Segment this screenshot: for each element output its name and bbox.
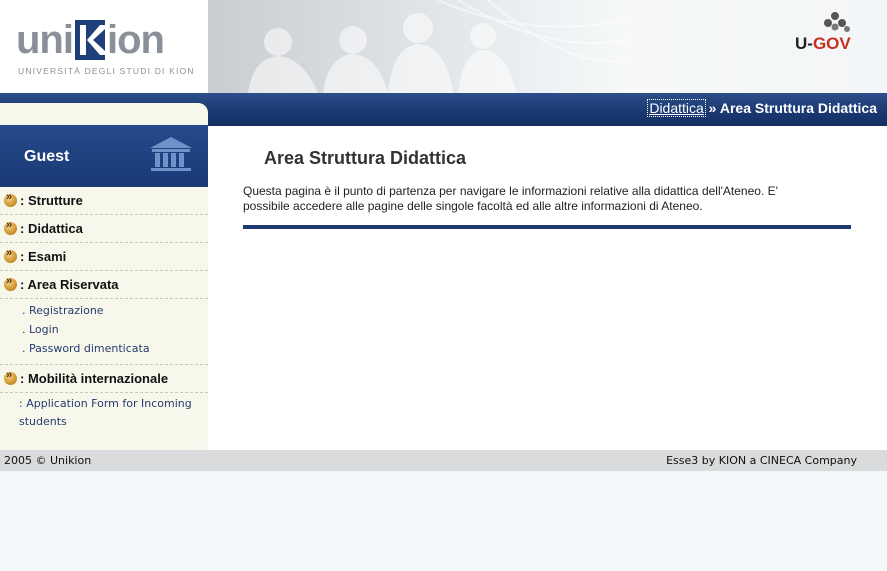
bullet-icon xyxy=(4,191,17,207)
divider xyxy=(243,225,851,229)
sidebar-item-mobilita-internazionale[interactable]: : Mobilità internazionale xyxy=(0,364,208,393)
sidebar-item-label: : Didattica xyxy=(20,221,83,236)
logo-k-mark-icon xyxy=(74,20,105,60)
logo-text-uni: uni xyxy=(16,17,74,62)
bullet-icon xyxy=(4,219,17,235)
sidebar-item-area-riservata[interactable]: : Area Riservata xyxy=(0,271,208,299)
breadcrumb-current: Area Struttura Didattica xyxy=(719,100,877,116)
header-banner-image xyxy=(208,0,628,93)
sidebar-item-label: : Esami xyxy=(20,249,67,264)
page-footer: 2005 © Unikion Esse3 by KION a CINECA Co… xyxy=(0,450,887,471)
bullet-icon xyxy=(4,247,17,263)
ugov-text-u: U- xyxy=(795,34,813,53)
page-title: Area Struttura Didattica xyxy=(264,148,467,168)
sidebar-item-label: : Mobilità internazionale xyxy=(20,371,169,386)
mobilita-submenu: : Application Form for Incoming students xyxy=(0,393,208,437)
footer-credits: Esse3 by KION a CINECA Company xyxy=(666,454,857,467)
sidebar-top-cap xyxy=(0,103,208,125)
user-label: Guest xyxy=(24,148,70,165)
ugov-logo[interactable]: U-GOV xyxy=(795,12,865,56)
page-header: uni ion UNIVERSITÀ DEGLI STUDI DI KION U… xyxy=(0,0,887,93)
submenu-link-registrazione[interactable]: . Registrazione xyxy=(0,301,208,320)
sidebar-item-esami[interactable]: : Esami xyxy=(0,243,208,271)
breadcrumb: Didattica » Area Struttura Didattica xyxy=(647,99,877,117)
building-icon xyxy=(150,137,192,171)
breadcrumb-link-didattica[interactable]: Didattica xyxy=(647,99,706,117)
header-right-area: U-GOV xyxy=(628,0,887,93)
sidebar: Guest : Strutture : Didattica : Esami : … xyxy=(0,103,208,450)
sidebar-item-label: : Area Riservata xyxy=(20,277,119,292)
logo-wordmark: uni ion xyxy=(16,16,165,64)
submenu-link-password-dimenticata[interactable]: . Password dimenticata xyxy=(0,339,208,358)
intro-text: Questa pagina è il punto di partenza per… xyxy=(243,184,778,213)
submenu-link-application-form[interactable]: : Application Form for Incoming students xyxy=(0,395,208,431)
logo-text-ion: ion xyxy=(106,17,165,62)
bullet-icon xyxy=(4,369,17,385)
logo-subtitle: UNIVERSITÀ DEGLI STUDI DI KION xyxy=(18,66,195,76)
breadcrumb-separator: » xyxy=(704,100,720,116)
sidebar-item-strutture[interactable]: : Strutture xyxy=(0,187,208,215)
submenu-link-login[interactable]: . Login xyxy=(0,320,208,339)
ugov-dots-icon xyxy=(824,12,850,32)
ugov-text-gov: GOV xyxy=(812,34,851,53)
main-content: Area Struttura Didattica Questa pagina è… xyxy=(208,126,887,450)
sidebar-item-didattica[interactable]: : Didattica xyxy=(0,215,208,243)
sidebar-item-label: : Strutture xyxy=(20,193,83,208)
ugov-text: U-GOV xyxy=(795,34,851,54)
footer-copyright: 2005 © Unikion xyxy=(4,454,92,467)
university-logo[interactable]: uni ion UNIVERSITÀ DEGLI STUDI DI KION xyxy=(0,0,208,93)
user-box: Guest xyxy=(0,125,208,187)
bullet-icon xyxy=(4,275,17,291)
area-riservata-submenu: . Registrazione . Login . Password dimen… xyxy=(0,299,208,364)
